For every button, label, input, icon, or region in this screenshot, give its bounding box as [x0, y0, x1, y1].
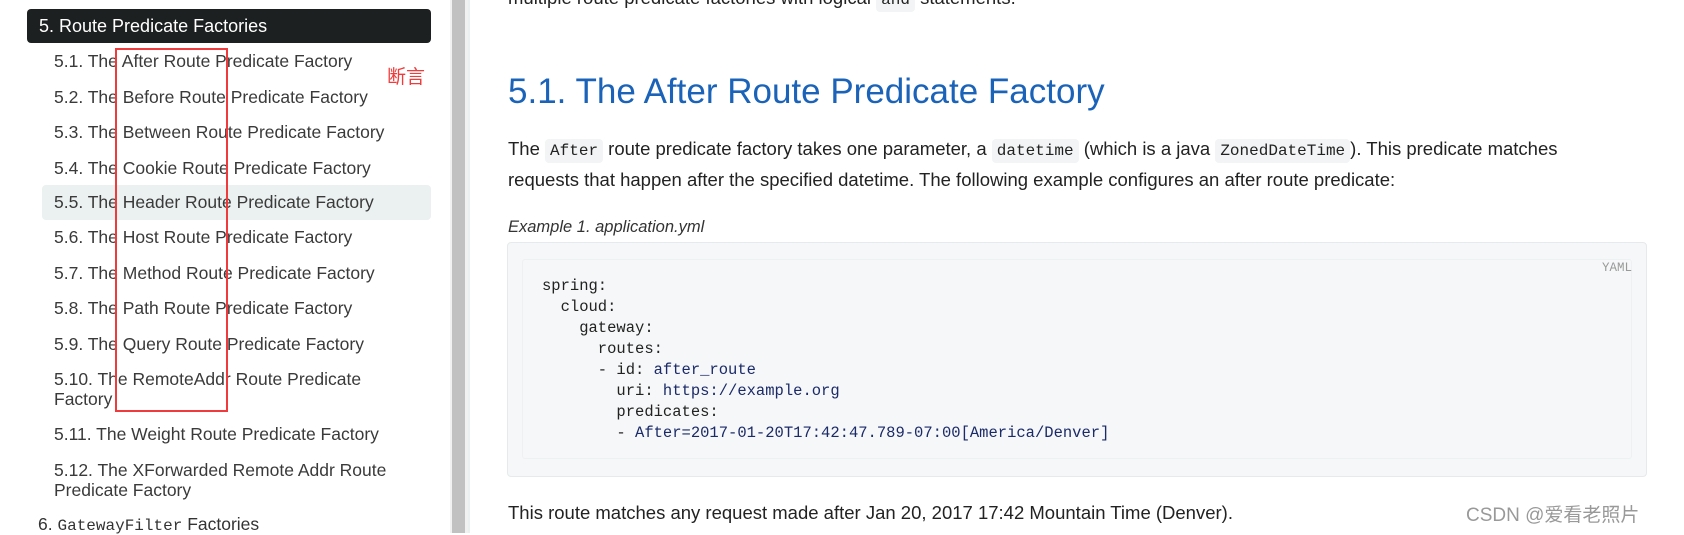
code-line: cloud: [542, 297, 1109, 318]
toc-item-weight[interactable]: 5.11. The Weight Route Predicate Factory [42, 424, 431, 444]
toc-item-label-line1: 5.10. The RemoteAddr Route Predicate [54, 369, 362, 389]
code-key: - [542, 424, 636, 442]
paragraph-after-code: This route matches any request made afte… [508, 502, 1233, 523]
toc-code-label: GatewayFilter [57, 517, 183, 535]
code-line: routes: [542, 339, 1109, 360]
inline-code-after: After [545, 139, 604, 163]
code-content[interactable]: spring: cloud: gateway: routes: - id: af… [542, 276, 1109, 444]
code-key: gateway: [542, 319, 654, 337]
annotation-label: 断言 [387, 67, 426, 88]
inline-code-zoneddatetime: ZonedDateTime [1215, 139, 1351, 163]
toc-item-label-line1: 5.12. The XForwarded Remote Addr Route [54, 460, 387, 480]
text: (which is a java [1078, 138, 1216, 159]
paragraph-line-2: requests that happen after the specified… [508, 169, 1396, 190]
toc-item-remoteaddr[interactable]: 5.10. The RemoteAddr Route Predicate Fac… [42, 369, 431, 409]
annotation-highlight-box [115, 48, 228, 412]
toc-item-cookie[interactable]: 5.4. The Cookie Route Predicate Factory [42, 158, 431, 178]
code-key: predicates: [542, 403, 719, 421]
section-heading: 5.1. The After Route Predicate Factory [508, 72, 1105, 111]
toc-item-header[interactable]: 5.5. The Header Route Predicate Factory [42, 185, 431, 220]
code-line: - After=2017-01-20T17:42:47.789-07:00[Am… [542, 423, 1109, 444]
code-line: - id: after_route [542, 360, 1109, 381]
code-line: predicates: [542, 402, 1109, 423]
toc-sidebar: 5. Route Predicate Factories 5.1. The Af… [0, 0, 450, 535]
code-key: routes: [542, 340, 663, 358]
code-line: gateway: [542, 318, 1109, 339]
text: ). This predicate matches [1350, 138, 1558, 159]
code-key: spring: [542, 277, 608, 295]
toc-item-between[interactable]: 5.3. The Between Route Predicate Factory [42, 122, 431, 142]
toc-item-before[interactable]: 5.2. The Before Route Predicate Factory [42, 87, 431, 107]
text: route predicate factory takes one parame… [603, 138, 992, 159]
sidebar-scrollbar-thumb[interactable] [452, 0, 465, 533]
example-caption: Example 1. application.yml [508, 218, 705, 236]
toc-item-method[interactable]: 5.7. The Method Route Predicate Factory [42, 263, 431, 283]
watermark: CSDN @爱看老照片 [1466, 505, 1640, 526]
toc-section-route-predicate-factories[interactable]: 5. Route Predicate Factories [27, 9, 431, 43]
code-value: After=2017-01-20T17:42:47.789-07:00[Amer… [635, 424, 1110, 442]
main-content: multiple route predicate factories with … [507, 0, 1684, 533]
text: The [508, 138, 546, 159]
toc-number: 6. [38, 514, 53, 534]
inline-code: and [876, 0, 915, 12]
sidebar-divider [468, 0, 470, 533]
toc-item-label-line2: Factory [54, 389, 113, 409]
text: multiple route predicate factories with … [508, 0, 876, 8]
code-key: - id: [542, 361, 654, 379]
toc-item-label-line2: Predicate Factory [54, 480, 192, 500]
code-language-label: YAML [1601, 261, 1632, 275]
code-line: spring: [542, 276, 1109, 297]
text: statements. [915, 0, 1016, 8]
previous-paragraph: multiple route predicate factories with … [508, 0, 1016, 12]
code-key: cloud: [542, 298, 617, 316]
toc-section-gatewayfilter-factories[interactable]: 6. GatewayFilter Factories [38, 514, 259, 535]
code-value: after_route [653, 361, 756, 379]
code-key: uri: [542, 382, 663, 400]
code-block: YAML spring: cloud: gateway: routes: - i… [507, 242, 1647, 477]
paragraph-line-1: The After route predicate factory takes … [508, 138, 1558, 163]
toc-item-xforwarded[interactable]: 5.12. The XForwarded Remote Addr Route P… [42, 460, 431, 500]
toc-item-query[interactable]: 5.9. The Query Route Predicate Factory [42, 334, 431, 354]
toc-item-host[interactable]: 5.6. The Host Route Predicate Factory [42, 227, 431, 247]
code-line: uri: https://example.org [542, 381, 1109, 402]
inline-code-datetime: datetime [991, 139, 1079, 163]
code-value: https://example.org [662, 382, 840, 400]
toc-item-path[interactable]: 5.8. The Path Route Predicate Factory [42, 298, 431, 318]
toc-item-after[interactable]: 5.1. The After Route Predicate Factory [42, 51, 431, 71]
toc-label: Factories [187, 514, 260, 534]
